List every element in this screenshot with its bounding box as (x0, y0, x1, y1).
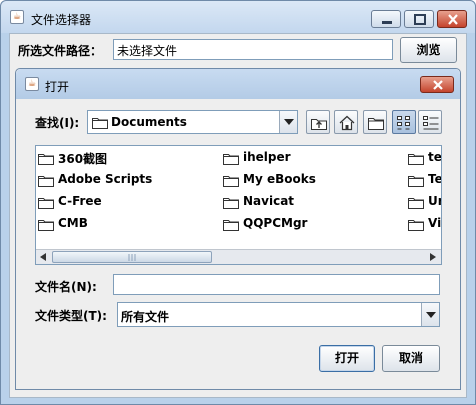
browse-button[interactable]: 浏览 (400, 37, 457, 63)
open-button[interactable]: 打开 (319, 345, 375, 372)
file-item-label: 360截图 (58, 152, 108, 166)
details-view-button[interactable] (418, 110, 442, 134)
chevron-right-icon (430, 253, 436, 261)
maximize-button[interactable] (404, 10, 434, 28)
file-chooser-window: ☕ 文件选择器 所选文件路径： 未选择文件 浏览 ☕ 打开 查找(I): Doc… (0, 0, 476, 405)
home-icon (339, 115, 355, 131)
maximize-icon (414, 14, 426, 25)
file-name-field[interactable] (113, 274, 440, 295)
scrollbar-thumb[interactable] (52, 251, 212, 263)
window-titlebar[interactable]: ☕ 文件选择器 (1, 1, 475, 33)
folder-icon (408, 198, 424, 209)
folder-icon (408, 220, 424, 231)
dialog-titlebar[interactable]: ☕ 打开 (16, 69, 460, 99)
scroll-right-button[interactable] (426, 250, 441, 264)
folder-icon (223, 220, 239, 231)
file-item-label: te (428, 150, 442, 164)
file-item-label: Adobe Scripts (58, 172, 153, 186)
folder-icon (38, 198, 54, 209)
minimize-button[interactable] (371, 10, 401, 28)
file-item-label: Ur (428, 194, 441, 208)
folder-icon (223, 176, 239, 187)
horizontal-scrollbar[interactable] (36, 249, 441, 264)
folder-icon (223, 198, 239, 209)
file-item-label: CMB (58, 216, 88, 230)
folder-icon (92, 118, 108, 129)
new-folder-button[interactable] (363, 110, 387, 134)
close-button[interactable] (437, 10, 467, 28)
folder-icon (223, 154, 239, 165)
file-item-label: Navicat (243, 194, 295, 208)
new-folder-icon (368, 118, 384, 130)
cancel-button[interactable]: 取消 (382, 345, 440, 372)
open-dialog: ☕ 打开 查找(I): Documents 360截图 Adobe Script… (15, 68, 461, 390)
folder-icon (408, 154, 424, 165)
file-type-label: 文件类型(T): (35, 309, 107, 323)
java-cup-icon: ☕ (25, 77, 39, 91)
minimize-icon (382, 21, 392, 24)
java-cup-icon: ☕ (10, 10, 24, 24)
look-in-combo[interactable]: Documents (87, 110, 298, 134)
file-type-combo[interactable]: 所有文件 (117, 302, 440, 327)
dialog-title: 打开 (45, 80, 70, 94)
path-label: 所选文件路径： (18, 44, 103, 58)
chevron-left-icon (40, 253, 46, 261)
file-item-label: ihelper (243, 150, 291, 164)
scroll-left-button[interactable] (36, 250, 51, 264)
chevron-down-icon (284, 119, 294, 125)
folder-icon (38, 220, 54, 231)
up-one-level-button[interactable] (306, 110, 330, 134)
folder-icon (38, 176, 54, 187)
close-icon (433, 80, 443, 90)
list-view-button[interactable] (392, 110, 416, 134)
file-name-label: 文件名(N): (35, 280, 97, 294)
look-in-label: 查找(I): (35, 116, 80, 130)
folder-icon (408, 176, 424, 187)
up-folder-icon (311, 119, 327, 130)
file-item-label: C-Free (58, 194, 102, 208)
chevron-down-icon (426, 311, 436, 318)
file-type-dropdown-button[interactable] (421, 303, 439, 326)
file-item-label: QQPCMgr (243, 216, 308, 230)
folder-icon (38, 154, 54, 165)
home-button[interactable] (334, 110, 358, 134)
file-list[interactable]: 360截图 Adobe Scripts C-Free CMB ihelper My eBo… (35, 145, 442, 265)
file-type-value: 所有文件 (121, 310, 170, 324)
path-field[interactable]: 未选择文件 (113, 39, 393, 60)
list-view-icon (397, 116, 410, 130)
look-in-dropdown-button[interactable] (279, 111, 297, 133)
grip-icon (128, 254, 136, 261)
dialog-close-button[interactable] (420, 76, 454, 93)
close-icon (448, 14, 458, 25)
file-item-label: Vi (428, 216, 442, 230)
window-title: 文件选择器 (31, 13, 92, 27)
file-item-label: My eBooks (243, 172, 316, 186)
file-item-label: Te (428, 172, 442, 186)
look-in-value: Documents (111, 115, 187, 129)
details-view-icon (423, 116, 439, 130)
